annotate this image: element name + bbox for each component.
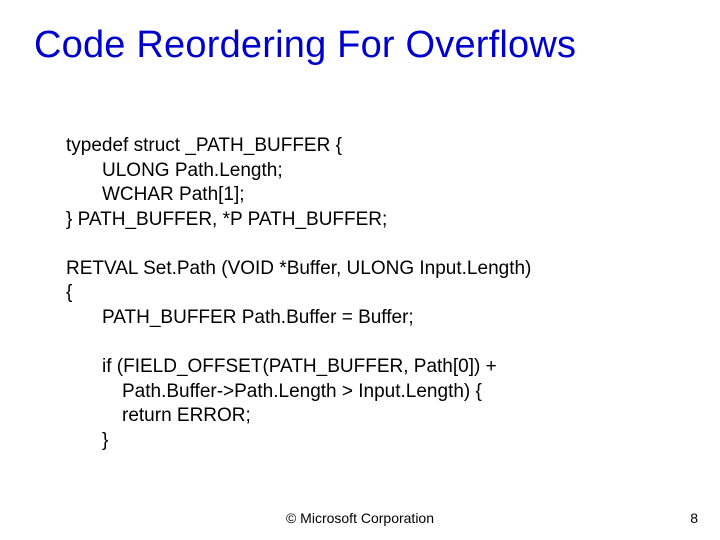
code-line: return ERROR; [66,404,531,429]
code-line: RETVAL Set.Path (VOID *Buffer, ULONG Inp… [66,257,531,282]
code-line: typedef struct _PATH_BUFFER { [66,134,531,159]
code-line: { [66,281,531,306]
slide-title: Code Reordering For Overflows [0,0,720,67]
code-line: WCHAR Path[1]; [66,183,531,208]
footer-copyright: © Microsoft Corporation [0,510,720,526]
code-line: ULONG Path.Length; [66,159,531,184]
blank-line [66,233,531,257]
code-line: Path.Buffer->Path.Length > Input.Length)… [66,380,531,405]
page-number: 8 [690,510,698,526]
code-line: } PATH_BUFFER, *P PATH_BUFFER; [66,208,531,233]
slide: Code Reordering For Overflows typedef st… [0,0,720,540]
code-line: } [66,429,531,454]
code-block: typedef struct _PATH_BUFFER { ULONG Path… [66,134,531,454]
blank-line [66,331,531,355]
code-line: PATH_BUFFER Path.Buffer = Buffer; [66,306,531,331]
code-line: if (FIELD_OFFSET(PATH_BUFFER, Path[0]) + [66,355,531,380]
